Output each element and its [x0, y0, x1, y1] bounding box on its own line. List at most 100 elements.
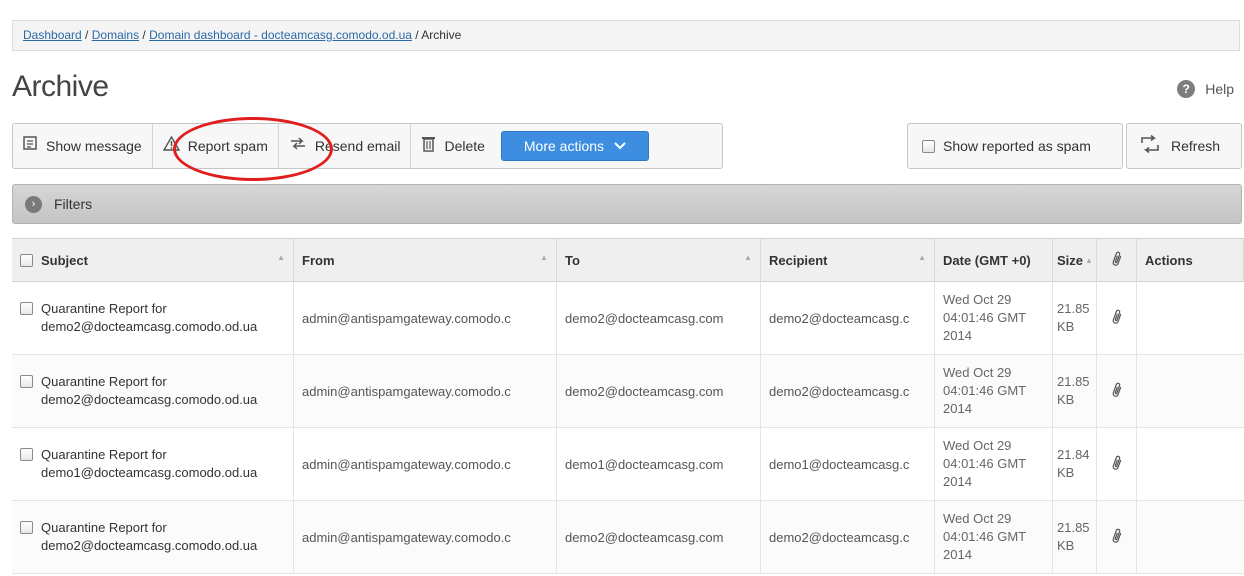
breadcrumb-domains-link[interactable]: Domains [92, 28, 139, 42]
more-actions-button[interactable]: More actions [500, 131, 649, 161]
actions-cell [1137, 501, 1244, 573]
warning-icon [162, 135, 180, 156]
table-row[interactable]: Quarantine Report for demo2@docteamcasg.… [12, 501, 1244, 574]
attachment-cell [1097, 282, 1137, 354]
recipient-cell: demo2@docteamcasg.c [761, 501, 935, 573]
from-cell: admin@antispamgateway.comodo.c [294, 355, 557, 427]
from-cell: admin@antispamgateway.comodo.c [294, 282, 557, 354]
row-checkbox[interactable] [20, 375, 33, 388]
delete-button[interactable]: Delete [411, 124, 494, 168]
refresh-label: Refresh [1171, 138, 1221, 154]
sort-icon: ▲ [277, 253, 285, 262]
column-header-subject-label: Subject [41, 252, 88, 268]
table-row[interactable]: Quarantine Report for demo2@docteamcasg.… [12, 282, 1244, 355]
size-cell: 21.84 KB [1053, 428, 1097, 500]
subject-cell: Quarantine Report for demo2@docteamcasg.… [12, 501, 294, 573]
column-header-actions-label: Actions [1145, 252, 1193, 268]
help-label: Help [1205, 81, 1234, 97]
row-checkbox[interactable] [20, 302, 33, 315]
subject-line: Quarantine Report for [41, 447, 167, 462]
subject-cell: Quarantine Report for demo2@docteamcasg.… [12, 355, 294, 427]
resend-icon [289, 136, 307, 156]
report-spam-button[interactable]: Report spam [153, 124, 279, 168]
column-header-date[interactable]: Date (GMT +0) [935, 239, 1053, 281]
subject-cell: Quarantine Report for demo1@docteamcasg.… [12, 428, 294, 500]
attachment-cell [1097, 428, 1137, 500]
show-message-label: Show message [46, 138, 142, 154]
column-header-subject[interactable]: Subject ▲ [12, 239, 294, 281]
attachment-cell [1097, 501, 1137, 573]
from-cell: admin@antispamgateway.comodo.c [294, 501, 557, 573]
table-row[interactable]: Quarantine Report for demo2@docteamcasg.… [12, 355, 1244, 428]
help-icon: ? [1177, 80, 1196, 98]
date-value: Wed Oct 29 04:01:46 GMT 2014 [943, 292, 1026, 343]
breadcrumb-separator: / [81, 28, 92, 42]
subject-line: Quarantine Report for [41, 301, 167, 316]
to-cell: demo1@docteamcasg.com [557, 428, 761, 500]
sort-icon: ▲ [744, 253, 752, 262]
sort-icon: ▲ [918, 253, 926, 262]
column-header-size-label: Size [1057, 252, 1084, 268]
chevron-down-icon [614, 139, 626, 153]
breadcrumb: Dashboard / Domains / Domain dashboard -… [12, 20, 1240, 51]
show-message-button[interactable]: Show message [13, 124, 153, 168]
paperclip-icon [1109, 308, 1123, 329]
column-header-actions: Actions [1137, 239, 1244, 281]
show-reported-checkbox[interactable] [922, 139, 935, 153]
attachment-cell [1097, 355, 1137, 427]
actions-cell [1137, 355, 1244, 427]
table-row[interactable]: Quarantine Report for demo1@docteamcasg.… [12, 428, 1244, 501]
from-cell: admin@antispamgateway.comodo.c [294, 428, 557, 500]
column-header-attachment[interactable] [1097, 239, 1137, 281]
delete-label: Delete [444, 138, 485, 154]
paperclip-icon [1109, 527, 1123, 548]
column-header-recipient-label: Recipient [769, 252, 828, 268]
resend-email-button[interactable]: Resend email [279, 124, 412, 168]
message-icon [23, 136, 38, 156]
breadcrumb-dashboard-link[interactable]: Dashboard [23, 28, 82, 42]
size-value: 21.85 KB [1057, 301, 1090, 334]
column-header-size[interactable]: Size ▲ [1053, 239, 1097, 281]
row-checkbox[interactable] [20, 521, 33, 534]
breadcrumb-domain-dashboard-link[interactable]: Domain dashboard - docteamcasg.comodo.od… [149, 28, 412, 42]
date-value: Wed Oct 29 04:01:46 GMT 2014 [943, 365, 1026, 416]
filters-panel-toggle[interactable]: › Filters [12, 184, 1242, 224]
subject-line: demo2@docteamcasg.comodo.od.ua [41, 538, 258, 553]
breadcrumb-separator: / [411, 28, 422, 42]
paperclip-icon [1109, 454, 1123, 475]
recipient-cell: demo2@docteamcasg.c [761, 355, 935, 427]
filters-label: Filters [54, 196, 93, 212]
size-cell: 21.85 KB [1053, 501, 1097, 573]
select-all-checkbox[interactable] [20, 253, 33, 267]
date-cell: Wed Oct 29 04:01:46 GMT 2014 [935, 501, 1053, 573]
show-reported-label: Show reported as spam [943, 138, 1091, 154]
recipient-cell: demo1@docteamcasg.c [761, 428, 935, 500]
archive-table: Subject ▲ From ▲ To ▲ Recipient ▲ Date (… [12, 238, 1244, 574]
chevron-right-icon: › [25, 195, 42, 213]
to-cell: demo2@docteamcasg.com [557, 355, 761, 427]
help-link[interactable]: ? Help [1177, 80, 1234, 98]
column-header-from[interactable]: From ▲ [294, 239, 557, 281]
to-cell: demo2@docteamcasg.com [557, 282, 761, 354]
size-value: 21.84 KB [1057, 447, 1090, 480]
actions-cell [1137, 428, 1244, 500]
report-spam-label: Report spam [187, 138, 268, 154]
breadcrumb-separator: / [139, 28, 150, 42]
size-value: 21.85 KB [1057, 520, 1090, 553]
resend-email-label: Resend email [314, 138, 401, 154]
column-header-recipient[interactable]: Recipient ▲ [761, 239, 935, 281]
row-checkbox[interactable] [20, 448, 33, 461]
sort-icon: ▲ [1085, 255, 1093, 265]
refresh-button[interactable]: Refresh [1126, 123, 1242, 169]
breadcrumb-current: Archive [421, 28, 462, 42]
date-cell: Wed Oct 29 04:01:46 GMT 2014 [935, 355, 1053, 427]
date-cell: Wed Oct 29 04:01:46 GMT 2014 [935, 282, 1053, 354]
subject-line: Quarantine Report for [41, 520, 167, 535]
column-header-to[interactable]: To ▲ [557, 239, 761, 281]
date-cell: Wed Oct 29 04:01:46 GMT 2014 [935, 428, 1053, 500]
subject-line: demo2@docteamcasg.comodo.od.ua [41, 392, 258, 407]
sort-icon: ▲ [540, 253, 548, 262]
show-reported-as-spam-toggle[interactable]: Show reported as spam [907, 123, 1123, 169]
page-title: Archive [12, 70, 109, 103]
size-cell: 21.85 KB [1053, 355, 1097, 427]
